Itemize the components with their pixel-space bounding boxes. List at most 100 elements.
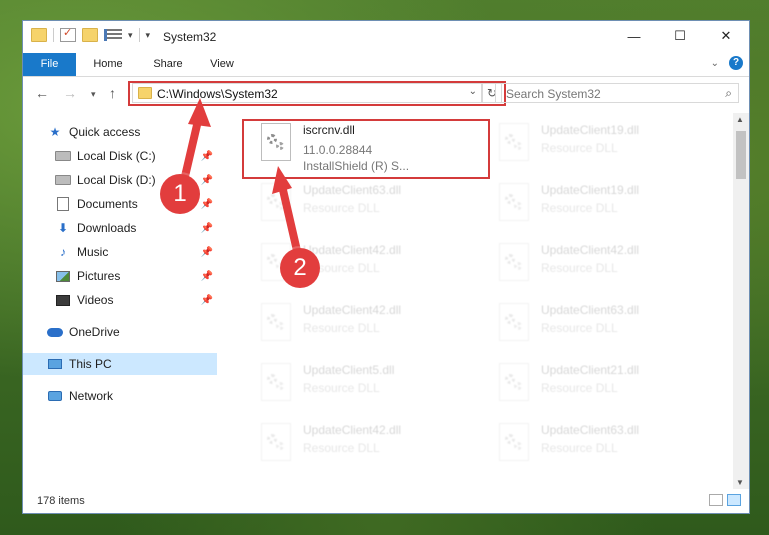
sidebar-item-quick-access[interactable]: ★ Quick access xyxy=(23,121,217,143)
sidebar-item-videos[interactable]: Videos 📌 xyxy=(23,289,217,311)
window-controls: — ☐ ✕ xyxy=(611,21,749,51)
file-item[interactable]: UpdateClient63.dll Resource DLL xyxy=(489,417,719,473)
minimize-button[interactable]: — xyxy=(611,21,657,51)
file-name: UpdateClient19.dll xyxy=(541,183,640,197)
sidebar-item-label: This PC xyxy=(69,357,112,371)
dll-file-icon xyxy=(261,363,291,401)
file-name: UpdateClient5.dll xyxy=(303,363,395,377)
sidebar-item-this-pc[interactable]: This PC xyxy=(23,353,217,375)
recent-locations-icon[interactable]: ▾ xyxy=(91,89,96,100)
navigation-row: ← → ▾ ↑ C:\Windows\System32 ⌄ ↻ ⌕ xyxy=(23,77,749,111)
file-item[interactable]: UpdateClient5.dll Resource DLL xyxy=(251,357,481,413)
sidebar-item-label: Music xyxy=(77,245,109,259)
file-description: Resource DLL xyxy=(541,321,618,335)
file-item[interactable]: UpdateClient19.dll Resource DLL xyxy=(489,117,719,173)
file-item[interactable]: UpdateClient21.dll Resource DLL xyxy=(489,357,719,413)
sidebar-item-label: OneDrive xyxy=(69,325,120,339)
pin-icon[interactable]: 📌 xyxy=(201,223,213,234)
download-icon: ⬇ xyxy=(57,221,69,235)
details-view-icon[interactable] xyxy=(709,494,723,506)
drive-icon xyxy=(55,173,71,187)
file-item[interactable]: UpdateClient63.dll Resource DLL xyxy=(251,177,481,233)
chevron-down-icon[interactable]: ▾ xyxy=(128,30,133,41)
file-item[interactable]: UpdateClient19.dll Resource DLL xyxy=(489,177,719,233)
window-title: System32 xyxy=(163,30,217,44)
large-icons-view-icon[interactable] xyxy=(727,494,741,506)
scroll-down-icon[interactable]: ▼ xyxy=(736,478,744,487)
sidebar-item-label: Local Disk (D:) xyxy=(77,173,156,187)
quick-access-toolbar: ▾ ▾ xyxy=(31,26,151,42)
status-bar: 178 items xyxy=(23,489,749,513)
tab-home[interactable]: Home xyxy=(83,53,133,76)
file-item[interactable]: UpdateClient63.dll Resource DLL xyxy=(489,297,719,353)
item-count: 178 items xyxy=(37,495,85,507)
star-icon: ★ xyxy=(49,125,61,139)
help-icon[interactable]: ? xyxy=(729,56,743,70)
view-switcher xyxy=(709,494,741,506)
new-folder-icon[interactable] xyxy=(82,28,98,42)
scrollbar-thumb[interactable] xyxy=(736,131,746,179)
sidebar-item-label: Downloads xyxy=(77,221,137,235)
dll-file-icon xyxy=(499,123,529,161)
vertical-scrollbar[interactable]: ▲ ▼ xyxy=(733,113,749,489)
search-box[interactable]: ⌕ xyxy=(495,83,739,103)
dll-file-icon xyxy=(499,363,529,401)
sidebar-item-label: Videos xyxy=(77,293,114,307)
toolbar-divider xyxy=(138,28,140,42)
dll-file-icon xyxy=(261,303,291,341)
callout-badge-1: 1 xyxy=(160,174,200,214)
pin-icon[interactable]: 📌 xyxy=(201,175,213,186)
search-icon[interactable]: ⌕ xyxy=(725,86,732,101)
sidebar-item-label: Quick access xyxy=(69,125,141,139)
dll-file-icon xyxy=(261,423,291,461)
file-description: Resource DLL xyxy=(303,321,380,335)
tab-share[interactable]: Share xyxy=(143,53,193,76)
ribbon-right: ⌄ ? xyxy=(711,56,743,70)
tab-view[interactable]: View xyxy=(199,53,245,76)
close-button[interactable]: ✕ xyxy=(703,21,749,51)
file-item[interactable]: UpdateClient42.dll Resource DLL xyxy=(251,417,481,473)
address-highlight-box xyxy=(128,81,506,106)
music-note-icon: ♪ xyxy=(60,245,66,259)
tab-file[interactable]: File xyxy=(23,53,76,76)
properties-icon[interactable] xyxy=(60,26,76,42)
dll-file-icon xyxy=(499,243,529,281)
sidebar-item-local-disk-c[interactable]: Local Disk (C:) 📌 xyxy=(23,145,217,167)
pin-icon[interactable]: 📌 xyxy=(201,295,213,306)
search-input[interactable] xyxy=(504,85,718,103)
pin-icon[interactable]: 📌 xyxy=(201,271,213,282)
file-name: UpdateClient21.dll xyxy=(541,363,640,377)
customize-toolbar-icon[interactable]: ▾ xyxy=(146,30,151,41)
forward-arrow-icon[interactable]: → xyxy=(63,85,77,101)
pin-icon[interactable]: 📌 xyxy=(201,151,213,162)
file-description: Resource DLL xyxy=(303,201,380,215)
sidebar-item-onedrive[interactable]: OneDrive xyxy=(23,321,217,343)
title-bar: ▾ ▾ System32 — ☐ ✕ xyxy=(23,21,749,53)
pin-icon[interactable]: 📌 xyxy=(201,247,213,258)
scroll-up-icon[interactable]: ▲ xyxy=(736,115,744,124)
film-icon xyxy=(55,293,71,307)
dll-file-icon xyxy=(499,303,529,341)
sidebar-item-network[interactable]: Network xyxy=(23,385,217,407)
sidebar-item-downloads[interactable]: ⬇ Downloads 📌 xyxy=(23,217,217,239)
dll-file-icon xyxy=(261,183,291,221)
sidebar-item-pictures[interactable]: Pictures 📌 xyxy=(23,265,217,287)
sidebar-item-music[interactable]: ♪ Music 📌 xyxy=(23,241,217,263)
folder-icon xyxy=(31,28,47,42)
file-name: UpdateClient42.dll xyxy=(303,303,402,317)
pin-icon[interactable]: 📌 xyxy=(201,199,213,210)
maximize-button[interactable]: ☐ xyxy=(657,21,703,51)
up-arrow-icon[interactable]: ↑ xyxy=(109,85,116,101)
file-item[interactable]: UpdateClient42.dll Resource DLL xyxy=(251,297,481,353)
back-arrow-icon[interactable]: ← xyxy=(35,85,49,101)
sidebar-item-label: Documents xyxy=(77,197,138,211)
file-description: Resource DLL xyxy=(541,141,618,155)
drive-icon xyxy=(55,149,71,163)
file-description: Resource DLL xyxy=(541,441,618,455)
view-options-icon[interactable] xyxy=(104,29,122,41)
sidebar-item-label: Network xyxy=(69,389,114,403)
file-item[interactable]: UpdateClient42.dll Resource DLL xyxy=(489,237,719,293)
computer-icon xyxy=(47,357,63,371)
expand-ribbon-icon[interactable]: ⌄ xyxy=(711,58,719,69)
file-highlight-box xyxy=(242,119,490,179)
